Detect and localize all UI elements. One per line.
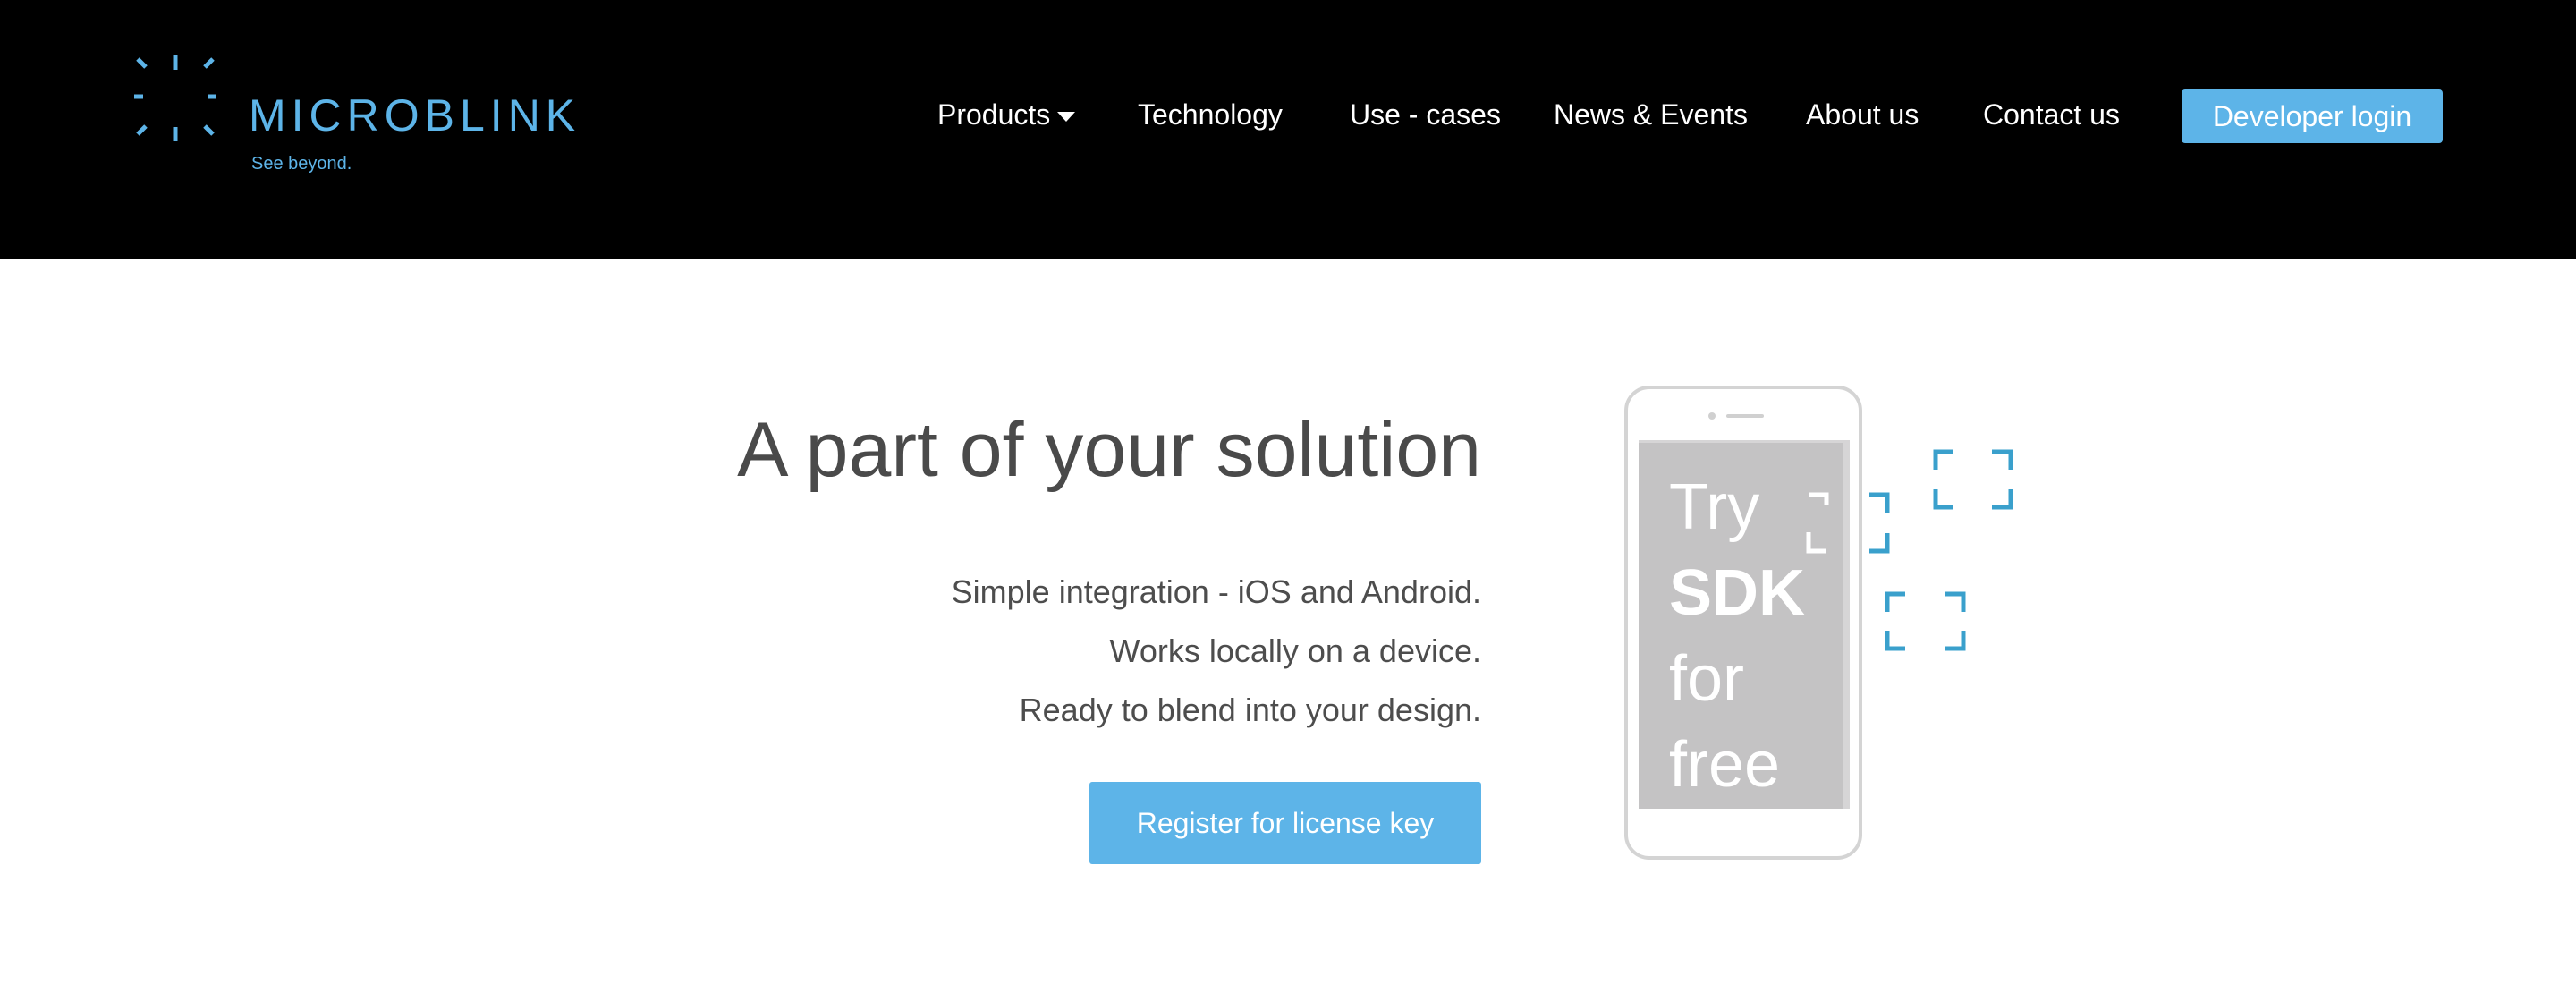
phone-camera <box>1708 412 1716 420</box>
nav-about-us[interactable]: About us <box>1806 95 1919 134</box>
hero-feature-line: Ready to blend into your design. <box>1019 692 1481 728</box>
scan-frame-icon <box>1885 591 1966 651</box>
nav-contact-us[interactable]: Contact us <box>1983 95 2120 134</box>
nav-news-events[interactable]: News & Events <box>1554 95 1748 134</box>
scan-frame-icon <box>1933 449 2013 510</box>
site-header: MICROBLINK See beyond. Products Technolo… <box>0 0 2576 259</box>
phone-screen-text: for <box>1669 643 1745 715</box>
nav-products-label: Products <box>937 98 1051 131</box>
scan-frame-icon <box>1869 492 1890 554</box>
microblink-spark-icon <box>134 55 216 141</box>
hero-feature-line: Simple integration - iOS and Android. <box>951 573 1481 610</box>
microblink-logo[interactable]: MICROBLINK See beyond. <box>132 54 580 179</box>
nav-use-cases[interactable]: Use - cases <box>1350 95 1501 134</box>
phone-screen: Try SDK for free <box>1639 440 1850 809</box>
phone-speaker <box>1726 414 1764 418</box>
phone-illustration: Try SDK for free <box>1624 386 1862 860</box>
register-license-key-button[interactable]: Register for license key <box>1089 782 1481 864</box>
logo-wordmark: MICROBLINK <box>249 90 581 140</box>
hero-feature-line: Works locally on a device. <box>1109 632 1481 669</box>
nav-technology[interactable]: Technology <box>1138 95 1283 134</box>
nav-products[interactable]: Products <box>937 95 1076 134</box>
hero-title: A part of your solution <box>737 407 1481 493</box>
developer-login-button[interactable]: Developer login <box>2182 89 2443 143</box>
phone-screen-text: Try <box>1669 471 1760 543</box>
phone-screen-text: SDK <box>1669 557 1806 629</box>
phone-screen-text: free <box>1669 729 1781 801</box>
caret-down-icon <box>1057 112 1076 123</box>
logo-tagline: See beyond. <box>251 154 352 174</box>
